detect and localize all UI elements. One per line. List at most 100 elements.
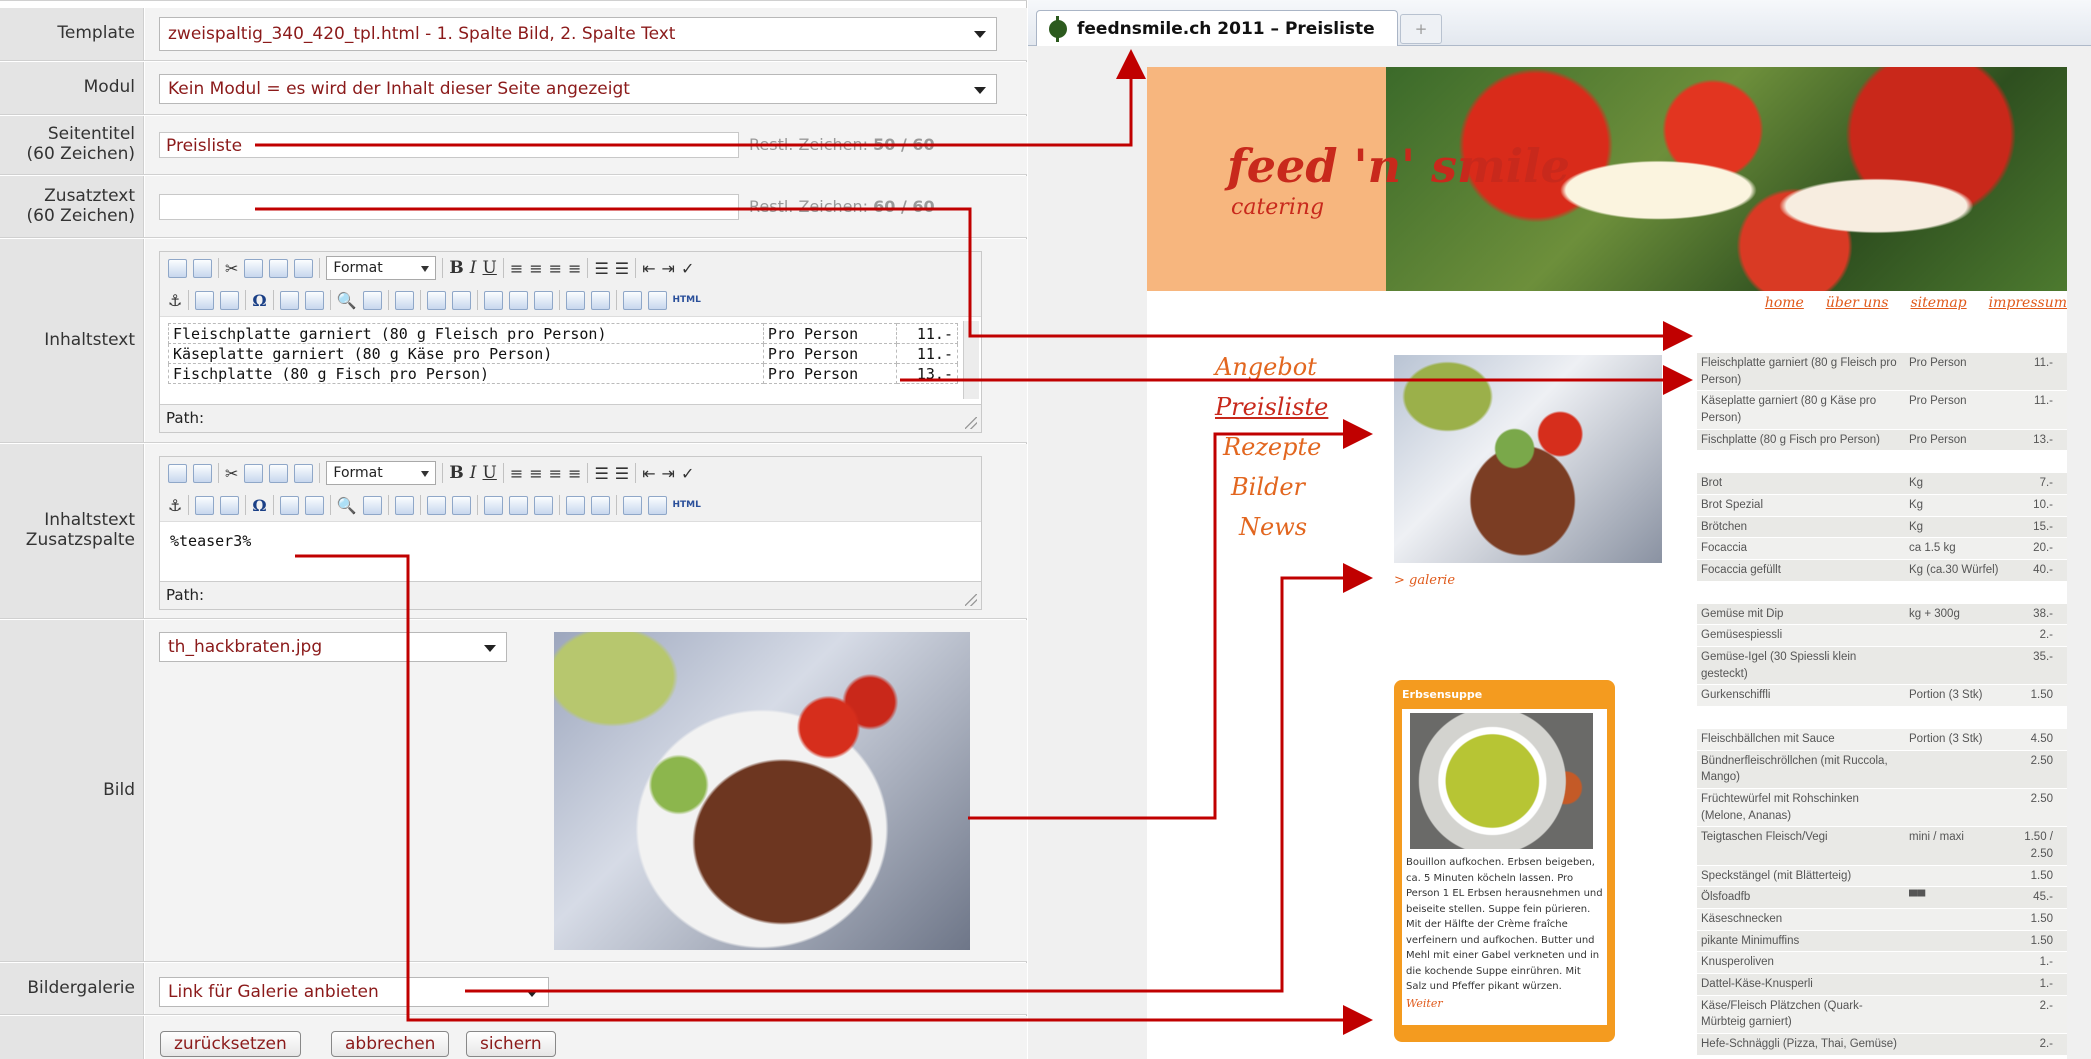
paste-word-icon[interactable]: [294, 258, 314, 278]
find-icon[interactable]: 🔍: [337, 291, 357, 310]
table-props-icon[interactable]: [451, 290, 471, 310]
bild-select[interactable]: th_hackbraten.jpg: [159, 632, 507, 662]
reset-button[interactable]: zurücksetzen: [160, 1031, 301, 1057]
paste-icon[interactable]: [269, 463, 289, 483]
select-all-icon[interactable]: [193, 463, 212, 483]
align-right-icon[interactable]: ≡: [549, 464, 562, 483]
indent-icon[interactable]: ⇥: [662, 259, 675, 278]
insert-col-icon[interactable]: [533, 495, 553, 515]
underline-icon[interactable]: U: [483, 463, 497, 483]
zusatztext-input[interactable]: [159, 194, 739, 220]
format-dropdown[interactable]: Format: [326, 461, 437, 485]
template-select[interactable]: zweispaltig_340_420_tpl.html - 1. Spalte…: [159, 17, 997, 51]
insert-col-icon[interactable]: [533, 290, 553, 310]
cut-icon[interactable]: ✂: [225, 259, 238, 278]
align-justify-icon[interactable]: ≡: [568, 259, 581, 278]
merge-cells-icon[interactable]: [565, 495, 585, 515]
sidenav-preisliste[interactable]: Preisliste: [1215, 393, 1328, 421]
html-source-icon[interactable]: HTML: [673, 500, 701, 510]
align-right-icon[interactable]: ≡: [549, 259, 562, 278]
delete-row-icon[interactable]: [508, 495, 528, 515]
split-cells-icon[interactable]: [590, 290, 610, 310]
unordered-list-icon[interactable]: ☰: [594, 464, 608, 483]
find-icon[interactable]: 🔍: [337, 496, 357, 515]
align-left-icon[interactable]: ≡: [510, 259, 523, 278]
nav-ueber-uns[interactable]: über uns: [1826, 295, 1889, 311]
bold-icon[interactable]: B: [449, 463, 463, 483]
copy-icon[interactable]: [244, 258, 264, 278]
paste-word-icon[interactable]: [294, 463, 314, 483]
undo-icon[interactable]: [279, 495, 299, 515]
anchor-icon[interactable]: ⚓: [168, 291, 182, 310]
image-icon[interactable]: [622, 290, 642, 310]
select-all-icon[interactable]: [193, 258, 212, 278]
link-icon[interactable]: [195, 495, 215, 515]
nav-home[interactable]: home: [1765, 295, 1804, 311]
delete-row-icon[interactable]: [508, 290, 528, 310]
redo-icon[interactable]: [304, 290, 324, 310]
media-icon[interactable]: [647, 495, 667, 515]
seitentitel-input[interactable]: Preisliste: [159, 132, 739, 158]
cut-icon[interactable]: ✂: [225, 464, 238, 483]
insert-row-icon[interactable]: [483, 495, 503, 515]
italic-icon[interactable]: I: [470, 463, 477, 483]
outdent-icon[interactable]: ⇤: [642, 464, 655, 483]
replace-icon[interactable]: [362, 290, 382, 310]
paste-icon[interactable]: [269, 258, 289, 278]
link-icon[interactable]: [195, 290, 215, 310]
anchor-icon[interactable]: ⚓: [168, 496, 182, 515]
unlink-icon[interactable]: [220, 290, 240, 310]
browser-tab[interactable]: feednsmile.ch 2011 – Preisliste: [1036, 10, 1398, 46]
save-button[interactable]: sichern: [466, 1031, 556, 1057]
special-char-icon[interactable]: Ω: [252, 291, 266, 310]
media-icon[interactable]: [647, 290, 667, 310]
split-cells-icon[interactable]: [590, 495, 610, 515]
align-center-icon[interactable]: ≡: [529, 259, 542, 278]
image-icon[interactable]: [622, 495, 642, 515]
insert-row-icon[interactable]: [483, 290, 503, 310]
sidenav-rezepte[interactable]: Rezepte: [1223, 433, 1321, 461]
editor-scrollbar[interactable]: [963, 321, 979, 399]
indent-icon[interactable]: ⇥: [662, 464, 675, 483]
format-dropdown[interactable]: Format: [326, 256, 437, 280]
align-center-icon[interactable]: ≡: [529, 464, 542, 483]
align-justify-icon[interactable]: ≡: [568, 464, 581, 483]
redo-icon[interactable]: [304, 495, 324, 515]
replace-icon[interactable]: [362, 495, 382, 515]
resize-handle-icon[interactable]: [965, 594, 977, 606]
cleanup-icon[interactable]: ✓: [681, 464, 694, 483]
cleanup-icon[interactable]: ✓: [681, 259, 694, 278]
bold-icon[interactable]: B: [449, 258, 463, 278]
sidenav-news[interactable]: News: [1239, 513, 1307, 541]
new-document-icon[interactable]: [168, 258, 187, 278]
copy-icon[interactable]: [244, 463, 264, 483]
teaser-more-link[interactable]: Weiter: [1406, 995, 1603, 1012]
site-logo[interactable]: feed 'n' smile: [1227, 139, 1570, 193]
table-props-icon[interactable]: [451, 495, 471, 515]
nav-sitemap[interactable]: sitemap: [1910, 295, 1966, 311]
edit-icon[interactable]: [394, 290, 414, 310]
cancel-button[interactable]: abbrechen: [331, 1031, 450, 1057]
galerie-link[interactable]: > galerie: [1394, 573, 1455, 588]
ordered-list-icon[interactable]: ☰: [615, 464, 629, 483]
zusatzspalte-content[interactable]: %teaser3%: [160, 521, 981, 581]
bildergalerie-select[interactable]: Link für Galerie anbieten: [159, 977, 549, 1007]
special-char-icon[interactable]: Ω: [252, 496, 266, 515]
new-tab-button[interactable]: +: [1400, 14, 1442, 44]
sidenav-bilder[interactable]: Bilder: [1231, 473, 1305, 501]
nav-impressum[interactable]: impressum: [1989, 295, 2067, 311]
table-icon[interactable]: [426, 495, 446, 515]
align-left-icon[interactable]: ≡: [510, 464, 523, 483]
outdent-icon[interactable]: ⇤: [642, 259, 655, 278]
merge-cells-icon[interactable]: [565, 290, 585, 310]
edit-icon[interactable]: [394, 495, 414, 515]
italic-icon[interactable]: I: [470, 258, 477, 278]
unordered-list-icon[interactable]: ☰: [594, 259, 608, 278]
new-document-icon[interactable]: [168, 463, 187, 483]
inhaltstext-content[interactable]: Fleischplatte garniert (80 g Fleisch pro…: [160, 316, 981, 404]
unlink-icon[interactable]: [220, 495, 240, 515]
table-icon[interactable]: [426, 290, 446, 310]
sidenav-angebot[interactable]: Angebot: [1215, 353, 1317, 381]
html-source-icon[interactable]: HTML: [673, 295, 701, 305]
modul-select[interactable]: Kein Modul = es wird der Inhalt dieser S…: [159, 74, 997, 104]
